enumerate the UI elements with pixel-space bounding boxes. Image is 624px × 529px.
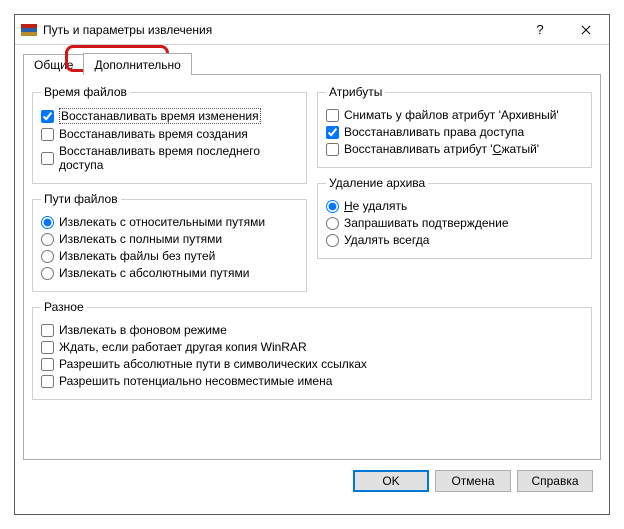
radio-delete-always[interactable]: [326, 234, 339, 247]
label-restore-atime: Восстанавливать время последнего доступа: [59, 144, 298, 172]
group-file-paths: Пути файлов Извлекать с относительными п…: [32, 192, 307, 292]
close-button[interactable]: [563, 15, 609, 45]
radio-paths-absolute[interactable]: [41, 267, 54, 280]
label-delete-none: Не удалять: [344, 199, 407, 213]
group-delete-archive-legend: Удаление архива: [326, 176, 428, 190]
help-button-bottom[interactable]: Справка: [517, 470, 593, 492]
help-button[interactable]: ?: [517, 15, 563, 45]
checkbox-restore-permissions[interactable]: [326, 126, 339, 139]
group-attributes: Атрибуты Снимать у файлов атрибут 'Архив…: [317, 85, 592, 168]
label-paths-full: Извлекать с полными путями: [59, 232, 222, 246]
tab-advanced[interactable]: Дополнительно: [83, 53, 191, 75]
radio-paths-relative[interactable]: [41, 216, 54, 229]
label-wait-other: Ждать, если работает другая копия WinRAR: [59, 340, 307, 354]
label-abs-symlink: Разрешить абсолютные пути в символически…: [59, 357, 367, 371]
label-restore-compressed: Восстанавливать атрибут 'Сжатый': [344, 142, 539, 156]
checkbox-restore-atime[interactable]: [41, 152, 54, 165]
checkbox-abs-symlink[interactable]: [41, 358, 54, 371]
label-restore-ctime: Восстанавливать время создания: [59, 127, 248, 141]
group-file-time: Время файлов Восстанавливать время измен…: [32, 85, 307, 184]
app-icon: [21, 22, 37, 38]
label-delete-always: Удалять всегда: [344, 233, 429, 247]
ok-button[interactable]: OK: [353, 470, 429, 492]
dialog-body: Общие Дополнительно Время файлов Восстан…: [15, 49, 609, 500]
label-background: Извлекать в фоновом режиме: [59, 323, 227, 337]
label-restore-mtime: Восстанавливать время изменения: [59, 108, 261, 124]
group-misc: Разное Извлекать в фоновом режиме Ждать,…: [32, 300, 592, 400]
label-bad-names: Разрешить потенциально несовместимые име…: [59, 374, 332, 388]
label-paths-absolute: Извлекать с абсолютными путями: [59, 266, 249, 280]
tab-general[interactable]: Общие: [23, 54, 84, 75]
tab-panel-advanced: Время файлов Восстанавливать время измен…: [23, 74, 601, 460]
label-paths-relative: Извлекать с относительными путями: [59, 215, 265, 229]
radio-paths-full[interactable]: [41, 233, 54, 246]
radio-paths-none[interactable]: [41, 250, 54, 263]
titlebar: Путь и параметры извлечения ?: [15, 15, 609, 45]
checkbox-restore-compressed[interactable]: [326, 143, 339, 156]
checkbox-restore-ctime[interactable]: [41, 128, 54, 141]
radio-delete-ask[interactable]: [326, 217, 339, 230]
cancel-button[interactable]: Отмена: [435, 470, 511, 492]
dialog-window: Путь и параметры извлечения ? Общие Допо…: [14, 14, 610, 515]
label-clear-archive-attr: Снимать у файлов атрибут 'Архивный': [344, 108, 559, 122]
group-file-paths-legend: Пути файлов: [41, 192, 121, 206]
label-paths-none: Извлекать файлы без путей: [59, 249, 215, 263]
button-row: OK Отмена Справка: [23, 460, 601, 492]
group-file-time-legend: Время файлов: [41, 85, 130, 99]
checkbox-restore-mtime[interactable]: [41, 110, 54, 123]
close-icon: [581, 25, 591, 35]
checkbox-wait-other[interactable]: [41, 341, 54, 354]
radio-delete-none[interactable]: [326, 200, 339, 213]
window-title: Путь и параметры извлечения: [43, 23, 517, 37]
checkbox-clear-archive-attr[interactable]: [326, 109, 339, 122]
label-restore-permissions: Восстанавливать права доступа: [344, 125, 524, 139]
label-delete-ask: Запрашивать подтверждение: [344, 216, 509, 230]
group-delete-archive: Удаление архива Не удалять Запрашивать п…: [317, 176, 592, 259]
checkbox-bad-names[interactable]: [41, 375, 54, 388]
tabstrip: Общие Дополнительно: [23, 49, 601, 75]
group-attributes-legend: Атрибуты: [326, 85, 385, 99]
checkbox-background[interactable]: [41, 324, 54, 337]
group-misc-legend: Разное: [41, 300, 87, 314]
